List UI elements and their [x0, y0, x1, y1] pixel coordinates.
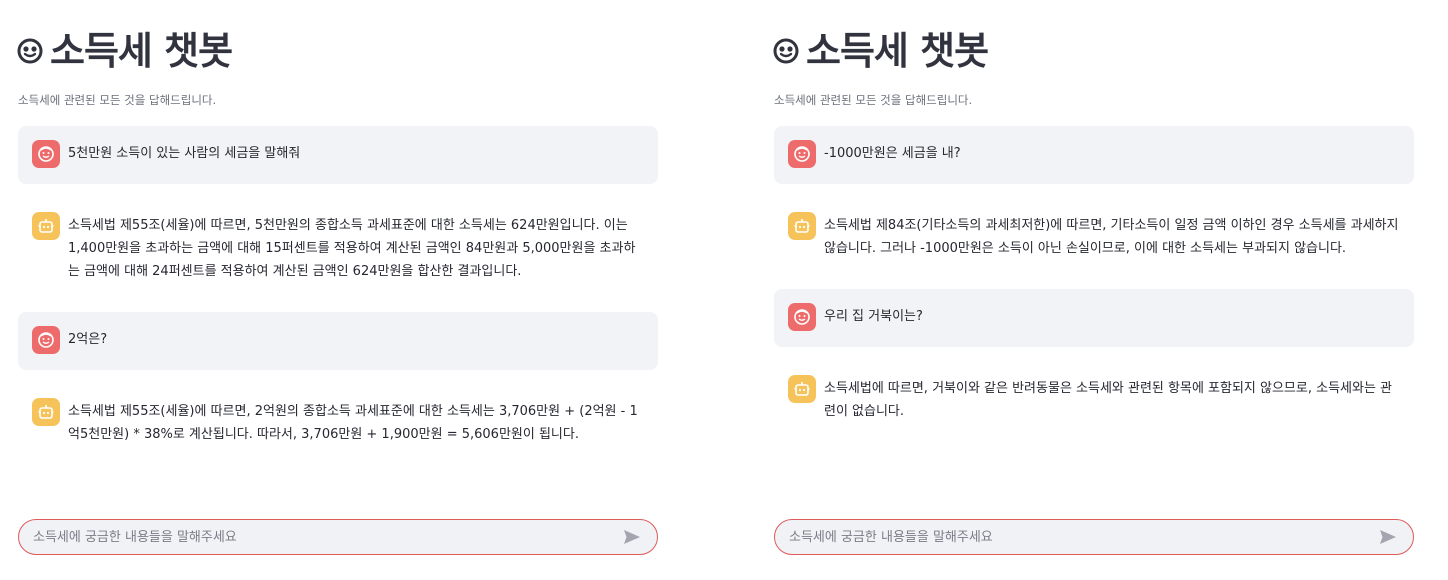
smiley-icon: [773, 38, 799, 64]
user-face-icon: [32, 326, 60, 354]
user-face-icon: [788, 140, 816, 168]
send-button[interactable]: [1377, 526, 1399, 548]
chat-message-user: 5천만원 소득이 있는 사람의 세금을 말해줘: [18, 126, 658, 184]
message-text: 소득세법에 따르면, 거북이와 같은 반려동물은 소득세와 관련된 항목에 포함…: [824, 381, 1393, 419]
robot-icon: [788, 375, 816, 403]
chat-input-container: [774, 519, 1414, 555]
chat-panel-right: 소득세 챗봇 소득세에 관련된 모든 것을 답해드립니다. -1000만원은 세…: [772, 0, 1432, 580]
message-text: 소득세법 제55조(세율)에 따르면, 5천만원의 종합소득 과세표준에 대한 …: [68, 218, 636, 279]
chat-input-container: [18, 519, 658, 555]
message-text: 소득세법 제84조(기타소득의 과세최저한)에 따르면, 기타소득이 일정 금액…: [824, 218, 1399, 256]
send-button[interactable]: [621, 526, 643, 548]
page-subtitle: 소득세에 관련된 모든 것을 답해드립니다.: [18, 93, 217, 107]
chat-input[interactable]: [33, 529, 621, 545]
message-text: 소득세법 제55조(세율)에 따르면, 2억원의 종합소득 과세표준에 대한 소…: [68, 404, 638, 442]
chat-message-assistant: 소득세법 제55조(세율)에 따르면, 5천만원의 종합소득 과세표준에 대한 …: [18, 198, 658, 297]
app-root: 소득세 챗봇 소득세에 관련된 모든 것을 답해드립니다. 5천만원 소득이 있…: [0, 0, 1448, 580]
user-face-icon: [32, 140, 60, 168]
page-title-row: 소득세 챗봇: [16, 28, 233, 74]
chat-message-user: -1000만원은 세금을 내?: [774, 126, 1414, 184]
send-arrow-icon: [624, 530, 640, 544]
chat-message-user: 2억은?: [18, 312, 658, 370]
chat-message-assistant: 소득세법 제84조(기타소득의 과세최저한)에 따르면, 기타소득이 일정 금액…: [774, 198, 1414, 274]
chat-message-assistant: 소득세법 제55조(세율)에 따르면, 2억원의 종합소득 과세표준에 대한 소…: [18, 384, 658, 460]
message-text: 2억은?: [68, 332, 108, 347]
message-text: -1000만원은 세금을 내?: [824, 146, 961, 161]
send-arrow-icon: [1380, 530, 1396, 544]
robot-icon: [32, 212, 60, 240]
robot-icon: [32, 398, 60, 426]
user-face-icon: [788, 303, 816, 331]
message-text: 우리 집 거북이는?: [824, 309, 923, 324]
page-subtitle: 소득세에 관련된 모든 것을 답해드립니다.: [774, 93, 973, 107]
page-title-row: 소득세 챗봇: [772, 28, 989, 74]
page-title: 소득세 챗봇: [806, 29, 989, 73]
message-text: 5천만원 소득이 있는 사람의 세금을 말해줘: [68, 146, 301, 161]
chat-message-user: 우리 집 거북이는?: [774, 289, 1414, 347]
page-title: 소득세 챗봇: [50, 29, 233, 73]
chat-input[interactable]: [789, 529, 1377, 545]
robot-icon: [788, 212, 816, 240]
smiley-icon: [17, 38, 43, 64]
chat-panel-left: 소득세 챗봇 소득세에 관련된 모든 것을 답해드립니다. 5천만원 소득이 있…: [16, 0, 676, 580]
chat-message-assistant: 소득세법에 따르면, 거북이와 같은 반려동물은 소득세와 관련된 항목에 포함…: [774, 361, 1414, 437]
